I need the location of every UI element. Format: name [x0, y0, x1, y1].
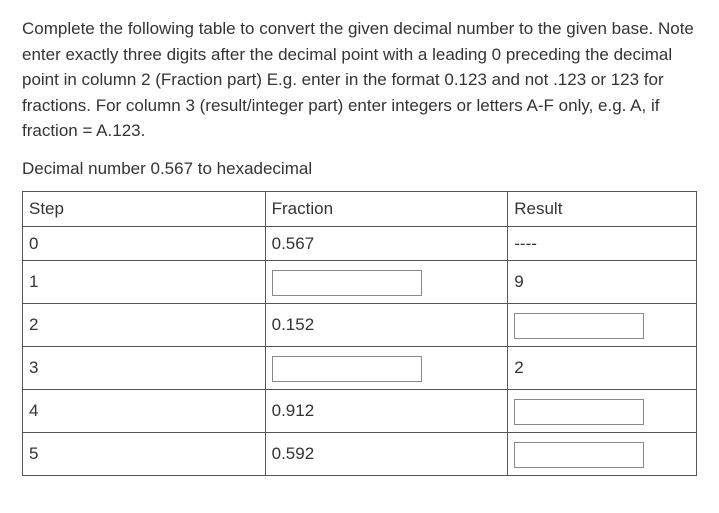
table-row: 5 0.592: [23, 433, 697, 476]
fraction-cell: 0.567: [265, 226, 508, 261]
table-row: 1 9: [23, 261, 697, 304]
table-row: 4 0.912: [23, 390, 697, 433]
result-input[interactable]: [514, 442, 644, 468]
result-cell: [508, 390, 697, 433]
table-row: 3 2: [23, 347, 697, 390]
conversion-table: Step Fraction Result 0 0.567 ---- 1 9 2 …: [22, 191, 697, 476]
fraction-cell: [265, 347, 508, 390]
subtitle-text: Decimal number 0.567 to hexadecimal: [22, 156, 697, 182]
result-cell: ----: [508, 226, 697, 261]
table-header-row: Step Fraction Result: [23, 192, 697, 227]
fraction-cell: 0.592: [265, 433, 508, 476]
step-cell: 5: [23, 433, 266, 476]
step-cell: 2: [23, 304, 266, 347]
step-cell: 3: [23, 347, 266, 390]
header-step: Step: [23, 192, 266, 227]
result-cell: [508, 433, 697, 476]
table-row: 0 0.567 ----: [23, 226, 697, 261]
result-input[interactable]: [514, 313, 644, 339]
result-input[interactable]: [514, 399, 644, 425]
fraction-input[interactable]: [272, 356, 422, 382]
result-cell: 9: [508, 261, 697, 304]
result-cell: [508, 304, 697, 347]
header-fraction: Fraction: [265, 192, 508, 227]
fraction-input[interactable]: [272, 270, 422, 296]
step-cell: 0: [23, 226, 266, 261]
fraction-cell: 0.152: [265, 304, 508, 347]
fraction-cell: [265, 261, 508, 304]
step-cell: 4: [23, 390, 266, 433]
instructions-text: Complete the following table to convert …: [22, 16, 697, 144]
step-cell: 1: [23, 261, 266, 304]
header-result: Result: [508, 192, 697, 227]
table-row: 2 0.152: [23, 304, 697, 347]
result-cell: 2: [508, 347, 697, 390]
fraction-cell: 0.912: [265, 390, 508, 433]
